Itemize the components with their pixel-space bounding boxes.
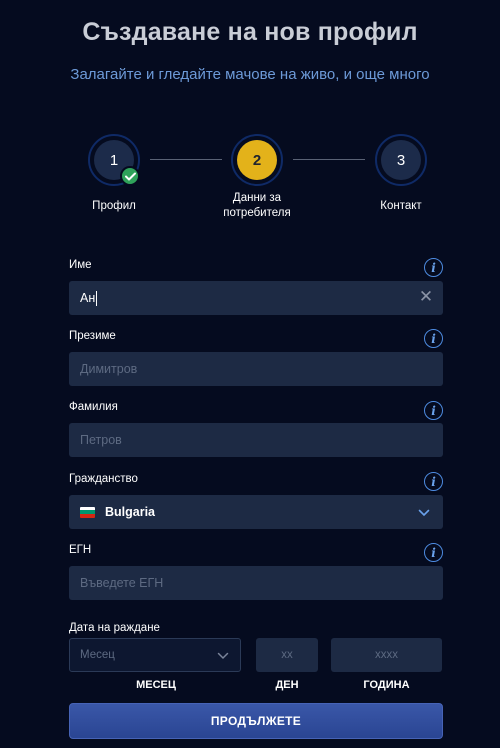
info-icon[interactable]: i	[424, 329, 443, 348]
step-2-label-line1: Данни за	[232, 192, 282, 204]
stepper-connector-2	[293, 159, 365, 160]
middle-name-label: Презиме	[69, 330, 116, 342]
close-icon[interactable]: ✕	[418, 288, 434, 305]
birth-date-label: Дата на раждане	[69, 622, 160, 634]
step-2-label: Данни за потребителя	[207, 191, 307, 221]
chevron-down-icon	[418, 506, 430, 520]
birth-day-input[interactable]: xx	[256, 638, 318, 672]
step-2-number: 2	[237, 140, 277, 180]
birth-year-caption: ГОДИНА	[363, 679, 410, 691]
birth-month-select[interactable]: Месец	[69, 638, 241, 672]
step-3-number: 3	[381, 140, 421, 180]
step-1[interactable]: 1	[88, 134, 140, 186]
birth-month-placeholder: Месец	[80, 649, 115, 661]
info-icon[interactable]: i	[424, 401, 443, 420]
text-caret	[96, 290, 98, 306]
first-name-label: Име	[69, 259, 92, 271]
stepper-connector-1	[150, 159, 222, 160]
egn-label: ЕГН	[69, 544, 92, 556]
last-name-placeholder: Петров	[80, 433, 122, 447]
birth-day-caption: ДЕН	[275, 679, 299, 691]
citizenship-select[interactable]: Bulgaria	[69, 495, 443, 529]
page-subtitle: Залагайте и гледайте мачове на живо, и о…	[70, 66, 430, 83]
info-icon[interactable]: i	[424, 543, 443, 562]
step-3[interactable]: 3	[375, 134, 427, 186]
info-icon[interactable]: i	[424, 472, 443, 491]
first-name-value: Ан	[80, 291, 96, 305]
citizenship-label: Гражданство	[69, 473, 138, 485]
birth-year-input[interactable]: xxxx	[331, 638, 442, 672]
info-icon[interactable]: i	[424, 258, 443, 277]
step-2[interactable]: 2	[231, 134, 283, 186]
last-name-label: Фамилия	[69, 401, 118, 413]
middle-name-placeholder: Димитров	[80, 362, 138, 376]
step-3-label: Контакт	[380, 200, 422, 212]
middle-name-input[interactable]: Димитров	[69, 352, 443, 386]
birth-day-placeholder: xx	[281, 649, 293, 661]
step-2-label-line2: потребителя	[223, 207, 291, 219]
chevron-down-icon	[217, 651, 229, 663]
step-1-label: Профил	[92, 200, 136, 212]
birth-month-caption: МЕСЕЦ	[136, 679, 176, 691]
birth-year-placeholder: xxxx	[375, 649, 398, 661]
last-name-input[interactable]: Петров	[69, 423, 443, 457]
flag-bulgaria-icon	[80, 506, 95, 518]
page-title: Създаване на нов профил	[82, 18, 418, 46]
continue-button[interactable]: ПРОДЪЛЖЕТЕ	[69, 703, 443, 739]
egn-placeholder: Въведете ЕГН	[80, 576, 164, 590]
egn-input[interactable]: Въведете ЕГН	[69, 566, 443, 600]
citizenship-value: Bulgaria	[105, 505, 156, 519]
first-name-input[interactable]: Ан ✕	[69, 281, 443, 315]
check-icon	[120, 166, 140, 186]
